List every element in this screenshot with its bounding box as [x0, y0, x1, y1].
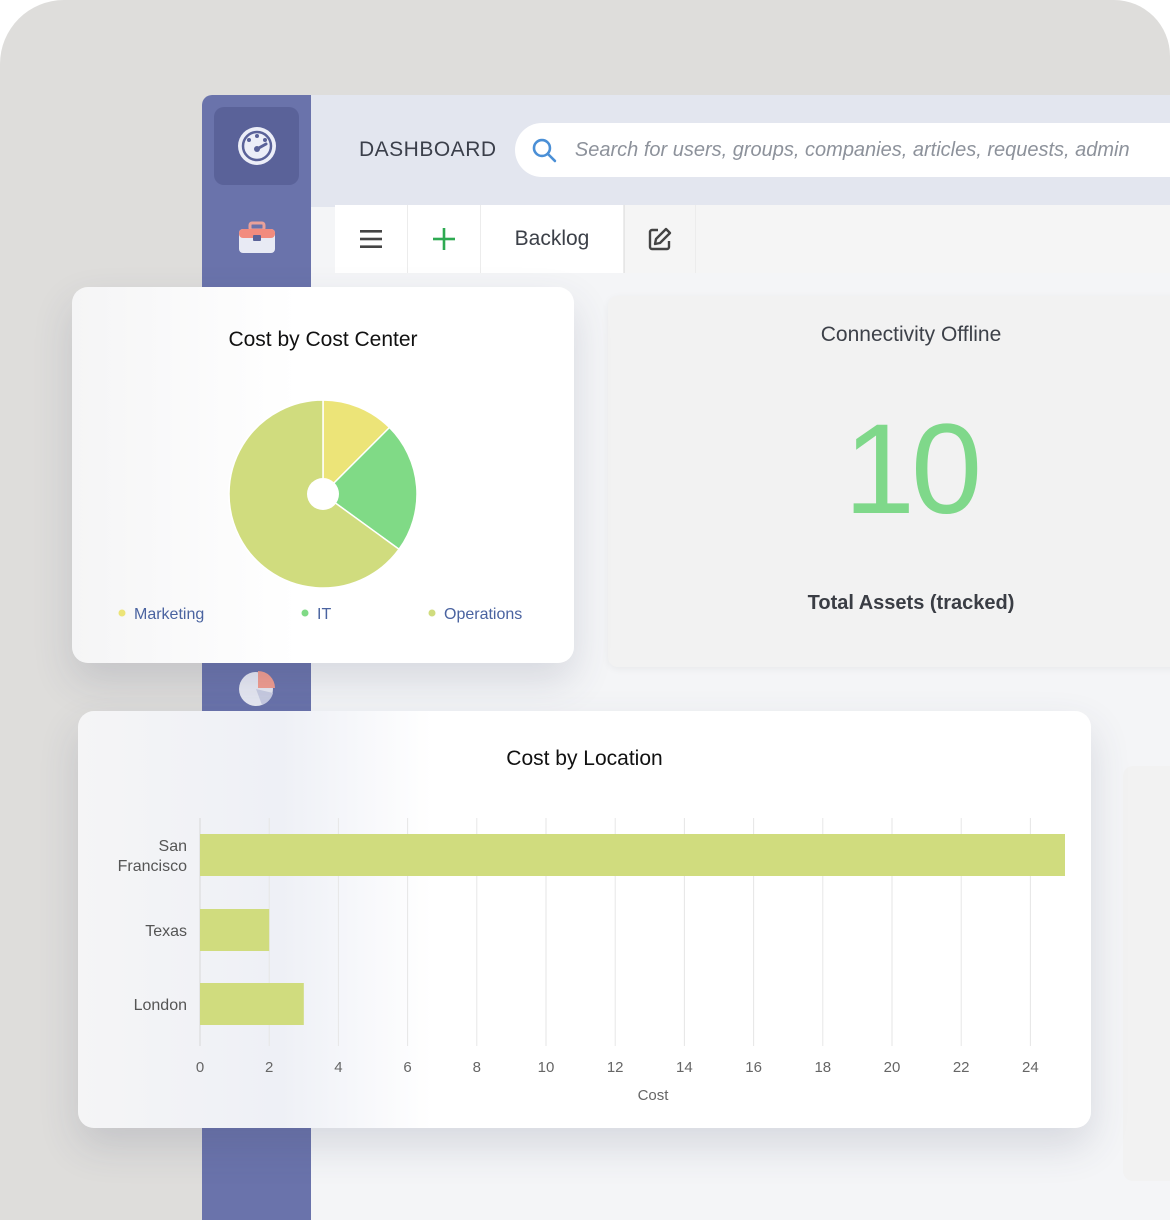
- hamburger-menu-icon: [360, 230, 382, 248]
- briefcase-icon: [238, 221, 275, 253]
- x-tick-label: 20: [884, 1059, 901, 1076]
- kpi-title: Connectivity Offline: [820, 323, 1002, 346]
- x-tick-label: 18: [814, 1059, 831, 1076]
- search-input[interactable]: [572, 137, 1170, 163]
- x-tick-label: 8: [473, 1059, 481, 1076]
- page-title: DASHBOARD: [359, 138, 497, 161]
- pie-chart: Marketing IT Operations: [118, 399, 523, 623]
- legend-item-it[interactable]: IT: [301, 606, 332, 623]
- y-tick-label: London: [134, 997, 187, 1014]
- x-tick-label: 16: [745, 1059, 762, 1076]
- plus-icon: [433, 228, 455, 250]
- legend-dot: [118, 609, 126, 617]
- menu-button[interactable]: [335, 205, 408, 273]
- x-tick-label: 0: [196, 1059, 204, 1076]
- background-card: [1123, 766, 1170, 1181]
- x-tick-label: 6: [403, 1059, 411, 1076]
- sidebar-item-dashboard[interactable]: [214, 107, 299, 185]
- kpi-subtitle: Total Assets (tracked): [807, 592, 1015, 614]
- pie-chart-icon: [238, 671, 275, 706]
- x-tick-label: 12: [607, 1059, 624, 1076]
- pie-center-hole: [307, 478, 339, 510]
- legend-label: IT: [317, 606, 331, 623]
- bar-san-francisco[interactable]: [200, 834, 1065, 876]
- add-button[interactable]: [408, 205, 481, 273]
- x-tick-label: 2: [265, 1059, 273, 1076]
- x-tick-label: 10: [538, 1059, 555, 1076]
- legend-item-marketing[interactable]: Marketing: [118, 606, 205, 623]
- toolbar: Backlog: [335, 205, 1170, 273]
- y-tick-label: Francisco: [118, 858, 187, 875]
- edit-button[interactable]: [624, 205, 696, 273]
- global-search[interactable]: [515, 123, 1170, 177]
- legend-label: Marketing: [134, 606, 204, 623]
- x-tick-label: 24: [1022, 1059, 1039, 1076]
- legend-item-operations[interactable]: Operations: [428, 606, 523, 623]
- x-tick-label: 4: [334, 1059, 342, 1076]
- search-icon: [532, 138, 557, 163]
- y-tick-label: Texas: [145, 923, 187, 940]
- x-tick-label: 14: [676, 1059, 693, 1076]
- bar-texas[interactable]: [200, 909, 270, 951]
- y-tick-label: San: [159, 838, 187, 855]
- tab-backlog[interactable]: Backlog: [481, 205, 624, 273]
- x-tick-label: 22: [953, 1059, 970, 1076]
- cost-center-card: Cost by Cost Center Marketing IT Operation…: [72, 287, 574, 663]
- legend-label: Operations: [444, 606, 522, 623]
- kpi-value: 10: [843, 398, 982, 541]
- dashboard-gauge-icon: [237, 127, 276, 165]
- cost-location-card: Cost by Location 0 2 4 6 8 10 12 14 16 18 20 22 24 Sa…: [78, 711, 1091, 1128]
- bar-chart: 0 2 4 6 8 10 12 14 16 18 20 22 24SanFranciscoTexasLo…: [118, 818, 1065, 1104]
- kpi-card: Connectivity Offline 10 Total Assets (tr…: [608, 296, 1170, 667]
- legend-dot: [428, 609, 436, 617]
- bar-london[interactable]: [200, 983, 304, 1025]
- background-frame: DASHBOARD Backlog: [0, 0, 1170, 1220]
- legend-dot: [301, 609, 309, 617]
- sidebar-item-assets[interactable]: [214, 199, 299, 277]
- x-axis-label: Cost: [638, 1087, 670, 1104]
- edit-icon: [648, 227, 672, 251]
